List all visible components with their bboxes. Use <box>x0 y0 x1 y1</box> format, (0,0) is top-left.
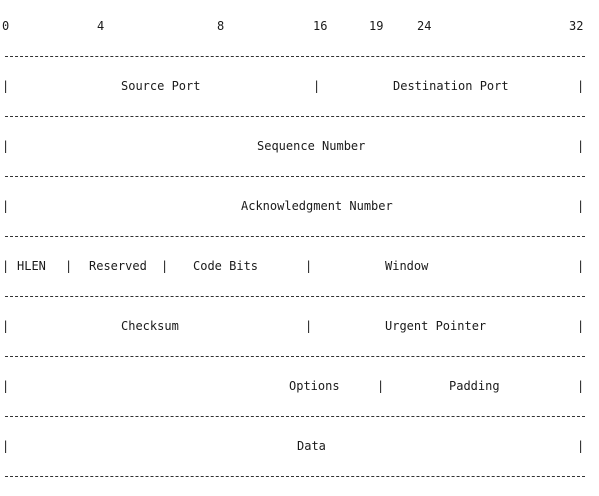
field-separator: | <box>2 439 10 453</box>
field-destination-port: Destination Port <box>393 79 509 93</box>
field-separator: | <box>65 259 73 273</box>
field-source-port: Source Port <box>121 79 201 93</box>
field-hlen: HLEN <box>17 259 46 273</box>
bit-label-16: 16 <box>313 19 328 33</box>
field-separator: | <box>305 259 313 273</box>
field-separator: | <box>305 319 313 333</box>
bit-label-24: 24 <box>417 19 432 33</box>
field-separator: | <box>377 379 385 393</box>
field-options: Options <box>289 379 340 393</box>
field-separator: | <box>161 259 169 273</box>
field-padding: Padding <box>449 379 500 393</box>
field-separator: | <box>577 379 585 393</box>
field-separator: | <box>2 259 10 273</box>
row-divider <box>5 236 585 237</box>
field-separator: | <box>577 319 585 333</box>
row-divider <box>5 416 585 417</box>
field-separator: | <box>577 439 585 453</box>
row-divider <box>5 356 585 357</box>
bit-label-8: 8 <box>217 19 225 33</box>
bit-label-0: 0 <box>2 19 10 33</box>
row-divider <box>5 476 585 477</box>
field-code-bits: Code Bits <box>193 259 259 273</box>
field-separator: | <box>577 259 585 273</box>
field-window: Window <box>385 259 429 273</box>
field-separator: | <box>2 79 10 93</box>
field-separator: | <box>577 139 585 153</box>
field-reserved: Reserved <box>89 259 147 273</box>
field-sequence-number: Sequence Number <box>257 139 366 153</box>
row-divider <box>5 176 585 177</box>
row-divider <box>5 116 585 117</box>
bit-label-32: 32 <box>569 19 584 33</box>
field-data: Data <box>297 439 326 453</box>
bit-label-4: 4 <box>97 19 105 33</box>
row-divider <box>5 296 585 297</box>
field-urgent-pointer: Urgent Pointer <box>385 319 487 333</box>
row-divider <box>5 56 585 57</box>
field-separator: | <box>2 379 10 393</box>
field-separator: | <box>2 199 10 213</box>
field-separator: | <box>313 79 321 93</box>
field-separator: | <box>577 199 585 213</box>
field-checksum: Checksum <box>121 319 179 333</box>
field-acknowledgment-number: Acknowledgment Number <box>241 199 393 213</box>
field-separator: | <box>2 319 10 333</box>
bit-label-19: 19 <box>369 19 384 33</box>
field-separator: | <box>2 139 10 153</box>
field-separator: | <box>577 79 585 93</box>
